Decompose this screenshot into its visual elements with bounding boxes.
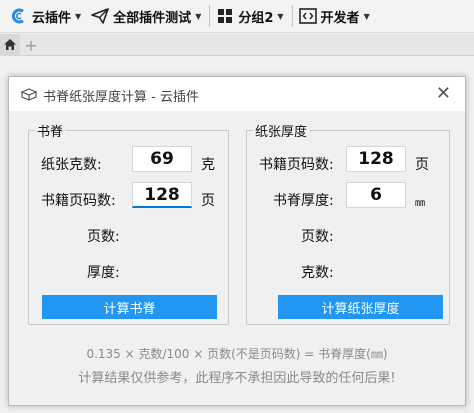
dialog-title-bar[interactable]: 书脊纸张厚度计算 - 云插件 ✕	[9, 77, 465, 111]
spine-thickness-unit: ㎜	[415, 198, 425, 209]
toolbar-item-label: 分组2	[238, 10, 274, 26]
paper-plane-icon	[91, 7, 109, 25]
page-count-input[interactable]	[346, 146, 406, 172]
close-icon[interactable]: ✕	[436, 83, 451, 104]
spine-thickness-label: 书脊厚度:	[273, 193, 334, 209]
paper-thickness-group: 纸张厚度 书籍页码数: 页 书脊厚度: ㎜ 页数: 克数: 计算纸张厚度	[246, 121, 450, 325]
chevron-down-icon: ▼	[363, 11, 370, 21]
new-tab-button[interactable]: +	[22, 34, 40, 56]
plugin-toolbar: 云插件 ▼ 全部插件测试 ▼ 分组2 ▼ 开发者 ▼	[0, 0, 474, 33]
page-count-label: 书籍页码数:	[259, 157, 334, 173]
weight-label: 克数:	[301, 265, 334, 281]
paper-weight-label: 纸张克数:	[41, 157, 102, 173]
calc-paper-thickness-button[interactable]: 计算纸张厚度	[278, 295, 443, 319]
thickness-label: 厚度:	[87, 265, 120, 281]
toolbar-item-label: 开发者	[320, 10, 360, 26]
grid-icon	[216, 7, 234, 25]
cloud-plugin-logo-icon	[10, 7, 28, 25]
dialog-title: 书脊纸张厚度计算 - 云插件	[43, 90, 199, 105]
toolbar-item-label: 云插件	[32, 10, 72, 26]
formula-text: 0.135 × 克数/100 × 页数(不是页码数) = 书脊厚度(㎜)	[86, 347, 388, 361]
calc-spine-button[interactable]: 计算书脊	[42, 295, 217, 319]
toolbar-separator	[291, 5, 293, 27]
page-count-input[interactable]	[132, 182, 192, 208]
disclaimer-text: 计算结果仅供参考，此程序不承担因此导致的任何后果!	[78, 371, 396, 386]
book-icon	[20, 87, 38, 106]
pages-label: 页数:	[301, 229, 334, 245]
spine-group: 书脊 纸张克数: 克 书籍页码数: 页 页数: 厚度: 计算书脊	[28, 121, 229, 325]
tab-strip: +	[0, 34, 474, 56]
home-icon	[3, 36, 17, 55]
chevron-down-icon: ▼	[277, 11, 284, 21]
toolbar-item-cloud-plugin[interactable]: 云插件 ▼	[6, 0, 87, 33]
toolbar-item-developer[interactable]: 开发者 ▼	[295, 0, 376, 33]
toolbar-item-group2[interactable]: 分组2 ▼	[212, 0, 289, 33]
paper-thickness-group-label: 纸张厚度	[253, 121, 310, 140]
spine-thickness-input[interactable]	[346, 182, 406, 208]
paper-weight-input[interactable]	[132, 146, 192, 172]
toolbar-separator	[209, 5, 211, 27]
code-icon	[298, 7, 317, 25]
home-tab[interactable]	[0, 34, 20, 56]
paper-weight-unit: 克	[201, 157, 215, 173]
toolbar-item-label: 全部插件测试	[113, 10, 192, 26]
page-count-unit: 页	[201, 193, 215, 209]
page-count-unit: 页	[415, 157, 429, 173]
pages-label: 页数:	[87, 229, 120, 245]
spine-calculator-dialog: 书脊纸张厚度计算 - 云插件 ✕ 书脊 纸张克数: 克 书籍页码数: 页 页数:…	[8, 76, 466, 406]
plus-icon: +	[24, 35, 38, 55]
chevron-down-icon: ▼	[75, 11, 82, 21]
chevron-down-icon: ▼	[195, 11, 202, 21]
page-count-label: 书籍页码数:	[41, 193, 116, 209]
toolbar-item-all-plugins-test[interactable]: 全部插件测试 ▼	[87, 0, 207, 33]
spine-group-label: 书脊	[35, 121, 66, 140]
